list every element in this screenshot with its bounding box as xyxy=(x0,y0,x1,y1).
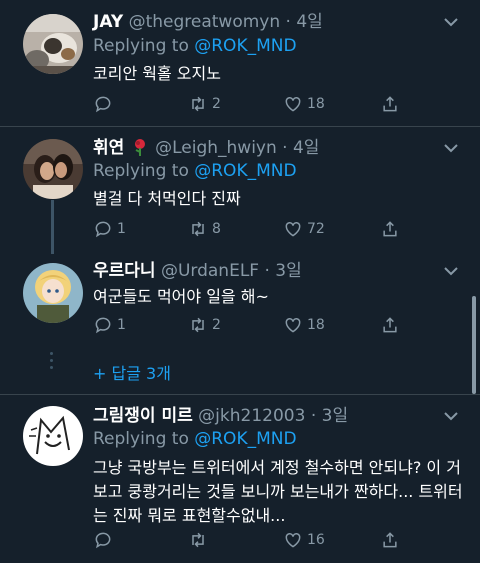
reply-icon xyxy=(95,221,111,238)
mention-link[interactable]: @ROK_MND xyxy=(194,429,296,449)
timestamp[interactable]: 3일 xyxy=(322,406,348,426)
display-name[interactable]: 우르다니 xyxy=(93,261,156,281)
like-count: 18 xyxy=(307,317,325,333)
like-count: 72 xyxy=(307,221,325,237)
like-button[interactable]: 18 xyxy=(283,314,325,336)
separator-dot: · xyxy=(310,406,317,426)
timestamp[interactable]: 4일 xyxy=(296,12,322,32)
retweet-button[interactable]: 8 xyxy=(188,218,221,240)
like-button[interactable]: 18 xyxy=(283,93,325,115)
tweet-4[interactable]: 그림쟁이 미르 @jkh212003 · 3일 Replying to @ROK… xyxy=(0,395,480,563)
rose-emoji-icon xyxy=(134,139,145,156)
tweet-actions: 1 2 18 xyxy=(93,314,413,336)
like-button[interactable]: 16 xyxy=(283,529,325,551)
like-count: 18 xyxy=(307,96,325,112)
replying-to: Replying to @ROK_MND xyxy=(93,429,297,449)
share-icon xyxy=(383,317,397,333)
reply-button[interactable] xyxy=(93,529,117,551)
mention-link[interactable]: @ROK_MND xyxy=(194,161,296,181)
share-button[interactable] xyxy=(380,218,400,240)
chevron-down-icon[interactable] xyxy=(444,143,458,153)
tweet-actions: 1 8 72 xyxy=(93,218,413,240)
handle[interactable]: @Leigh_hwiyn xyxy=(155,138,277,158)
separator-dot: · xyxy=(264,261,270,281)
like-count: 16 xyxy=(307,532,325,548)
tweet-header: 그림쟁이 미르 @jkh212003 · 3일 xyxy=(93,406,348,426)
show-more-replies-link[interactable]: + 답글 3개 xyxy=(93,360,171,384)
separator-dot: · xyxy=(282,138,288,158)
tweet-2[interactable]: 휘연 @Leigh_hwiyn · 4일 Replying to @ROK_MN… xyxy=(0,127,480,257)
avatar[interactable] xyxy=(23,263,83,323)
handle[interactable]: @UrdanELF xyxy=(161,261,259,281)
retweet-count: 8 xyxy=(212,221,221,237)
display-name[interactable]: JAY xyxy=(93,12,123,32)
retweet-count: 2 xyxy=(212,317,221,333)
tweet-header: 우르다니 @UrdanELF · 3일 xyxy=(93,261,302,281)
reply-button[interactable]: 1 xyxy=(93,218,126,240)
retweet-icon xyxy=(192,317,204,333)
tweet-text: 여군들도 먹어야 일을 해~ xyxy=(93,287,269,306)
display-name[interactable]: 그림쟁이 미르 xyxy=(93,406,193,426)
timestamp[interactable]: 4일 xyxy=(293,138,319,158)
share-icon xyxy=(383,532,397,548)
retweet-icon xyxy=(192,96,204,112)
tweet-1[interactable]: JAY @thegreatwomyn · 4일 Replying to @ROK… xyxy=(0,0,480,126)
replying-to-label: Replying to xyxy=(93,36,189,56)
retweet-icon xyxy=(192,532,204,548)
avatar[interactable] xyxy=(23,139,83,199)
avatar-image-cat xyxy=(23,14,83,74)
share-button[interactable] xyxy=(380,314,400,336)
tweet-header: JAY @thegreatwomyn · 4일 xyxy=(93,12,323,32)
tweet-actions: 16 xyxy=(93,529,413,551)
chevron-down-icon[interactable] xyxy=(444,266,458,276)
tweet-text: 코리안 웍홀 오지노 xyxy=(93,64,221,83)
avatar[interactable] xyxy=(23,406,83,466)
share-button[interactable] xyxy=(380,529,400,551)
like-icon xyxy=(285,221,301,237)
avatar-image-dog-doodle xyxy=(23,406,83,466)
share-button[interactable] xyxy=(380,93,400,115)
replying-to-label: Replying to xyxy=(93,429,189,449)
replying-to: Replying to @ROK_MND xyxy=(93,36,297,56)
retweet-count: 2 xyxy=(212,96,221,112)
share-icon xyxy=(383,221,397,237)
avatar[interactable] xyxy=(23,14,83,74)
reply-count: 1 xyxy=(117,221,126,237)
replying-to: Replying to @ROK_MND xyxy=(93,161,297,181)
replying-to-label: Replying to xyxy=(93,161,189,181)
reply-icon xyxy=(95,96,111,113)
retweet-icon xyxy=(192,221,204,237)
like-icon xyxy=(285,532,301,548)
tweet-text: 그냥 국방부는 트위터에서 계정 철수하면 안되냐? 이 거보고 쿵쾅거리는 것… xyxy=(93,458,463,525)
timestamp[interactable]: 3일 xyxy=(275,261,301,281)
tweet-actions: 2 18 xyxy=(93,93,413,115)
retweet-button[interactable]: 2 xyxy=(188,93,221,115)
display-name[interactable]: 휘연 xyxy=(93,138,124,158)
reply-button[interactable]: 1 xyxy=(93,314,126,336)
chevron-down-icon[interactable] xyxy=(444,411,458,421)
like-button[interactable]: 72 xyxy=(283,218,325,240)
share-icon xyxy=(383,96,397,112)
retweet-button[interactable] xyxy=(188,529,212,551)
thread-dots xyxy=(50,352,54,373)
tweet-3[interactable]: 우르다니 @UrdanELF · 3일 여군들도 먹어야 일을 해~ 1 2 1… xyxy=(0,257,480,347)
tweet-header: 휘연 @Leigh_hwiyn · 4일 xyxy=(93,138,319,158)
avatar-image-anime-soldier xyxy=(23,263,83,323)
chevron-down-icon[interactable] xyxy=(444,17,458,27)
like-icon xyxy=(285,96,301,112)
like-icon xyxy=(285,317,301,333)
reply-icon xyxy=(95,317,111,334)
avatar-image-couple xyxy=(23,139,83,199)
mention-link[interactable]: @ROK_MND xyxy=(194,36,296,56)
reply-count: 1 xyxy=(117,317,126,333)
handle[interactable]: @thegreatwomyn xyxy=(129,12,281,32)
reply-icon xyxy=(95,532,111,549)
reply-button[interactable] xyxy=(93,93,117,115)
handle[interactable]: @jkh212003 xyxy=(198,406,305,426)
scrollbar[interactable] xyxy=(472,296,476,394)
tweet-text: 별걸 다 처먹인다 진짜 xyxy=(93,189,241,208)
separator-dot: · xyxy=(285,12,291,32)
retweet-button[interactable]: 2 xyxy=(188,314,221,336)
